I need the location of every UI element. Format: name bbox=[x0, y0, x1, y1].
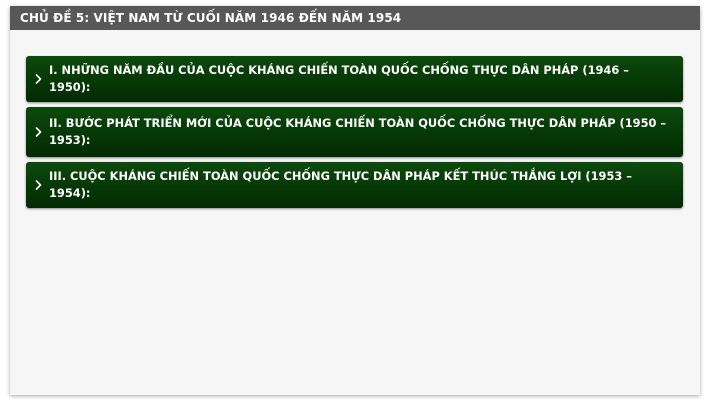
chevron-right-icon bbox=[35, 74, 49, 84]
accordion-item-label: II. BƯỚC PHÁT TRIỂN MỚI CỦA CUỘC KHÁNG C… bbox=[49, 116, 667, 147]
chevron-right-icon bbox=[35, 180, 49, 190]
accordion: I. NHỮNG NĂM ĐẦU CỦA CUỘC KHÁNG CHIẾN TO… bbox=[26, 56, 683, 213]
accordion-item-label: III. CUỘC KHÁNG CHIẾN TOÀN QUỐC CHỐNG TH… bbox=[49, 169, 632, 200]
chevron-right-icon bbox=[35, 127, 49, 137]
accordion-item-1[interactable]: I. NHỮNG NĂM ĐẦU CỦA CUỘC KHÁNG CHIẾN TO… bbox=[26, 56, 683, 102]
panel-title: CHỦ ĐỀ 5: VIỆT NAM TỪ CUỐI NĂM 1946 ĐẾN … bbox=[10, 6, 700, 30]
accordion-item-2[interactable]: II. BƯỚC PHÁT TRIỂN MỚI CỦA CUỘC KHÁNG C… bbox=[26, 107, 683, 157]
accordion-item-label: I. NHỮNG NĂM ĐẦU CỦA CUỘC KHÁNG CHIẾN TO… bbox=[49, 63, 629, 94]
accordion-item-3[interactable]: III. CUỘC KHÁNG CHIẾN TOÀN QUỐC CHỐNG TH… bbox=[26, 162, 683, 208]
topic-panel: CHỦ ĐỀ 5: VIỆT NAM TỪ CUỐI NĂM 1946 ĐẾN … bbox=[10, 6, 700, 395]
